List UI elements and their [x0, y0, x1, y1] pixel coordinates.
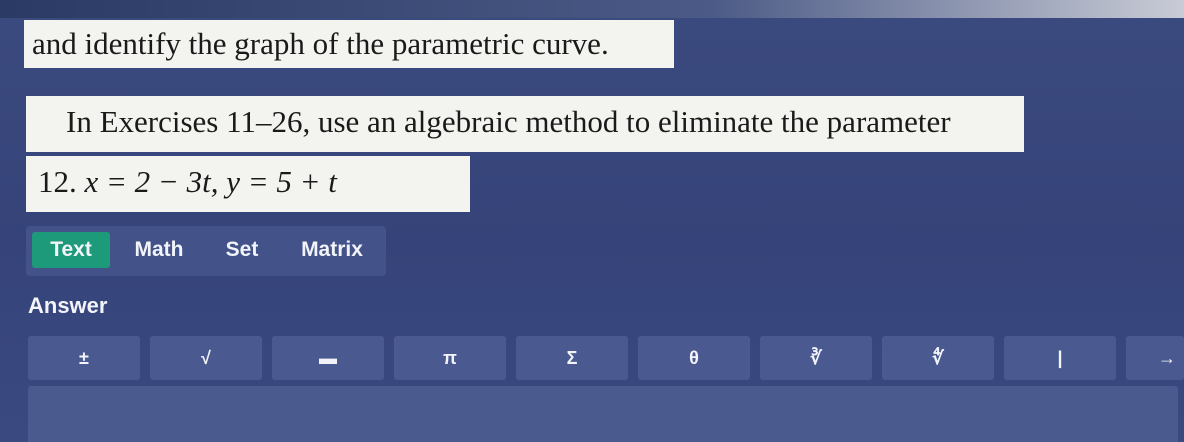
plus-minus-key[interactable]: ±	[28, 336, 140, 380]
theta-key[interactable]: θ	[638, 336, 750, 380]
input-mode-tabs: Text Math Set Matrix	[26, 226, 386, 276]
tab-math[interactable]: Math	[126, 232, 192, 268]
tab-set[interactable]: Set	[216, 232, 268, 268]
exercise-line: 12. x = 2 − 3t, y = 5 + t	[26, 156, 470, 212]
fraction-key[interactable]: ▬	[272, 336, 384, 380]
arrow-key[interactable]: →	[1126, 336, 1184, 380]
sigma-key[interactable]: Σ	[516, 336, 628, 380]
question-line-1: and identify the graph of the parametric…	[24, 20, 674, 68]
answer-input[interactable]	[28, 386, 1178, 442]
question-line-2: In Exercises 11–26, use an algebraic met…	[26, 96, 1024, 152]
cube-root-key[interactable]: ∛	[760, 336, 872, 380]
pi-key[interactable]: π	[394, 336, 506, 380]
top-strip	[0, 0, 1184, 18]
tab-text[interactable]: Text	[32, 232, 110, 268]
square-root-key[interactable]: √	[150, 336, 262, 380]
absolute-value-key[interactable]: |	[1004, 336, 1116, 380]
nth-root-key[interactable]: ∜	[882, 336, 994, 380]
exercise-equation: x = 2 − 3t, y = 5 + t	[84, 164, 337, 199]
tab-matrix[interactable]: Matrix	[292, 232, 372, 268]
exercise-number: 12.	[38, 164, 77, 199]
answer-label: Answer	[28, 293, 108, 318]
